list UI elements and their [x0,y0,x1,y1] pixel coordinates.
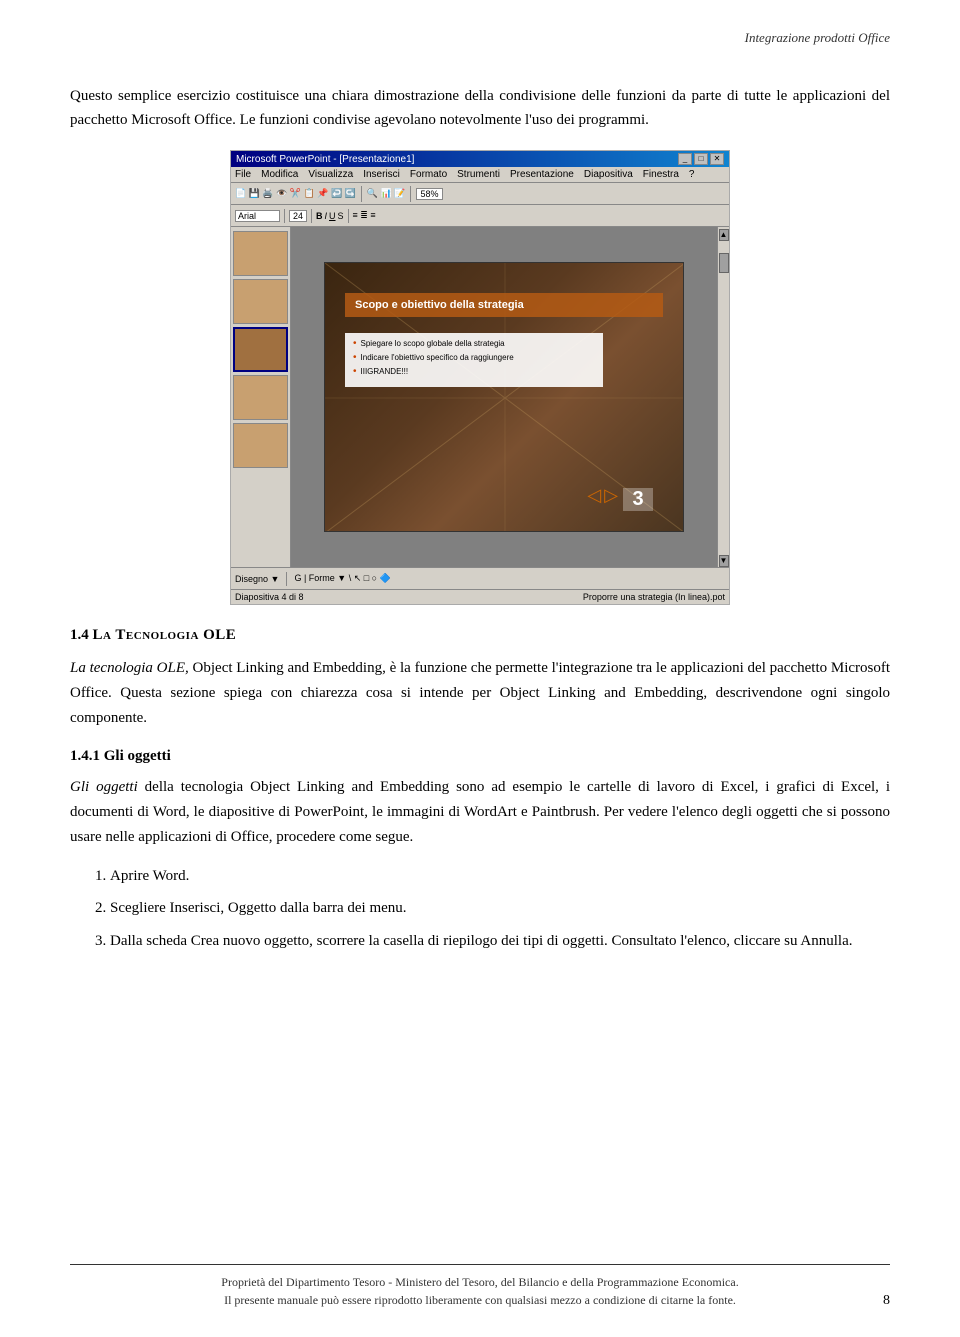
screenshot-content: Scopo e obiettivo della strategia • Spie… [231,227,729,567]
section-num-1-4-1: 1.4.1 [70,748,100,764]
vertical-scrollbar[interactable]: ▲ ▼ [717,227,729,567]
menu-presentazione[interactable]: Presentazione [510,169,574,180]
toolbar-2: Arial 24 B I U S ≡ ≣ ≡ [231,205,729,227]
slide-canvas: Scopo e obiettivo della strategia • Spie… [324,262,684,532]
section-1-4-heading: 1.4 La Tecnologia OLE [70,627,890,644]
section-label-1-4-1: Gli oggetti [104,748,171,764]
section-1-4-1-paragraph: Gli oggetti della tecnologia Object Link… [70,775,890,849]
draw-sep [286,572,287,586]
section-1-4-text: Object Linking and Embedding, è la funzi… [70,660,890,726]
scroll-up-button[interactable]: ▲ [719,229,729,241]
slide-arrows: ◁ ▷ [587,485,618,506]
slide-thumb-2[interactable] [233,279,288,324]
slide-thumb-3[interactable] [233,327,288,372]
slide-main: Scopo e obiettivo della strategia • Spie… [291,227,717,567]
slide-thumb-5[interactable] [233,423,288,468]
menu-modifica[interactable]: Modifica [261,169,298,180]
menu-strumenti[interactable]: Strumenti [457,169,500,180]
slide-thumb-4[interactable] [233,375,288,420]
draw-label: Disegno ▼ [235,574,279,584]
section-1-4-1-heading: 1.4.1 Gli oggetti [70,748,890,765]
menu-visualizza[interactable]: Visualizza [308,169,353,180]
titlebar-buttons: _ □ ✕ [678,153,724,165]
page-footer: Proprietà del Dipartimento Tesoro - Mini… [70,1264,890,1309]
status-sep [314,592,573,602]
bullet-icon-2: • [353,352,357,363]
intro-paragraph: Questo semplice esercizio costituisce un… [70,84,890,132]
slide-bullet-3: • IIIGRANDE!!! [353,367,595,377]
draw-tools: G | Forme ▼ \ ↖ □ ○ 🔷 [294,573,390,584]
section-num-1-4: 1.4 [70,627,89,643]
page: Integrazione prodotti Office Questo semp… [0,0,960,1337]
toolbar-sep-1 [361,186,362,202]
toolbar-sep-2 [410,186,411,202]
font-selector[interactable]: Arial [235,210,280,222]
zoom-indicator: 58% [416,188,442,200]
list-item-3: Dalla scheda Crea nuovo oggetto, scorrer… [110,929,890,954]
slide-title: Scopo e obiettivo della strategia [345,293,663,317]
slide-bullet-2: • Indicare l'obiettivo specifico da ragg… [353,353,595,363]
list-item-2: Scegliere Inserisci, Oggetto dalla barra… [110,896,890,921]
oggetti-term: Gli oggetti [70,779,138,795]
slide-thumbnails [231,227,291,567]
section-1-4-paragraph: La tecnologia OLE, Object Linking and Em… [70,656,890,730]
slide-bullet-1: • Spiegare lo scopo globale della strate… [353,339,595,349]
arrow-right-icon: ▷ [604,485,618,506]
draw-toolbar: Disegno ▼ G | Forme ▼ \ ↖ □ ○ 🔷 [231,567,729,589]
steps-list: Aprire Word. Scegliere Inserisci, Oggett… [110,864,890,954]
arrow-left-icon: ◁ [587,485,601,506]
toolbar-icons: 📄 💾 🖨️ 👁️ ✂️ 📋 📌 ↩️ ↪️ [235,188,356,199]
minimize-button[interactable]: _ [678,153,692,165]
header-title: Integrazione prodotti Office [745,30,890,45]
menu-help[interactable]: ? [689,169,695,180]
scroll-down-button[interactable]: ▼ [719,555,729,567]
page-header: Integrazione prodotti Office [70,30,890,64]
align-btns: ≡ ≣ ≡ [353,210,376,221]
titlebar-text: Microsoft PowerPoint - [Presentazione1] [236,154,414,165]
menu-inserisci[interactable]: Inserisci [363,169,400,180]
slide-thumb-1[interactable] [233,231,288,276]
maximize-button[interactable]: □ [694,153,708,165]
footer-line1: Proprietà del Dipartimento Tesoro - Mini… [70,1273,890,1291]
footer-line2: Il presente manuale può essere riprodott… [70,1291,890,1309]
page-number: 8 [883,1293,890,1309]
list-item-1: Aprire Word. [110,864,890,889]
menu-diapositiva[interactable]: Diapositiva [584,169,633,180]
menu-finestra[interactable]: Finestra [643,169,679,180]
section-1-4-1-text: della tecnologia Object Linking and Embe… [70,779,890,845]
powerpoint-screenshot: Microsoft PowerPoint - [Presentazione1] … [230,150,730,605]
toolbar-icons-2: 🔍 📊 📝 [367,188,406,199]
bullet-icon-3: • [353,366,357,377]
toolbar-sep-4 [311,209,312,223]
menu-bar: File Modifica Visualizza Inserisci Forma… [231,167,729,183]
menu-file[interactable]: File [235,169,251,180]
slide-number: 3 [623,488,653,511]
toolbar-1: 📄 💾 🖨️ 👁️ ✂️ 📋 📌 ↩️ ↪️ 🔍 📊 📝 58% [231,183,729,205]
status-bar: Diapositiva 4 di 8 Proporre una strategi… [231,589,729,604]
bullet-icon-1: • [353,338,357,349]
close-button[interactable]: ✕ [710,153,724,165]
underline-btn[interactable]: U [329,211,336,221]
status-slide: Diapositiva 4 di 8 [235,592,304,602]
bold-btn[interactable]: B [316,211,323,221]
status-file: Proporre una strategia (In linea).pot [583,592,725,602]
ole-term: La tecnologia OLE, [70,660,189,676]
shadow-btn[interactable]: S [338,211,344,221]
section-label-1-4: La Tecnologia OLE [93,627,237,643]
titlebar: Microsoft PowerPoint - [Presentazione1] … [231,151,729,167]
toolbar-sep-3 [284,209,285,223]
menu-formato[interactable]: Formato [410,169,447,180]
font-size[interactable]: 24 [289,210,307,222]
italic-btn[interactable]: I [325,211,328,221]
toolbar-sep-5 [348,209,349,223]
scroll-thumb[interactable] [719,253,729,273]
slide-content: • Spiegare lo scopo globale della strate… [345,333,603,387]
